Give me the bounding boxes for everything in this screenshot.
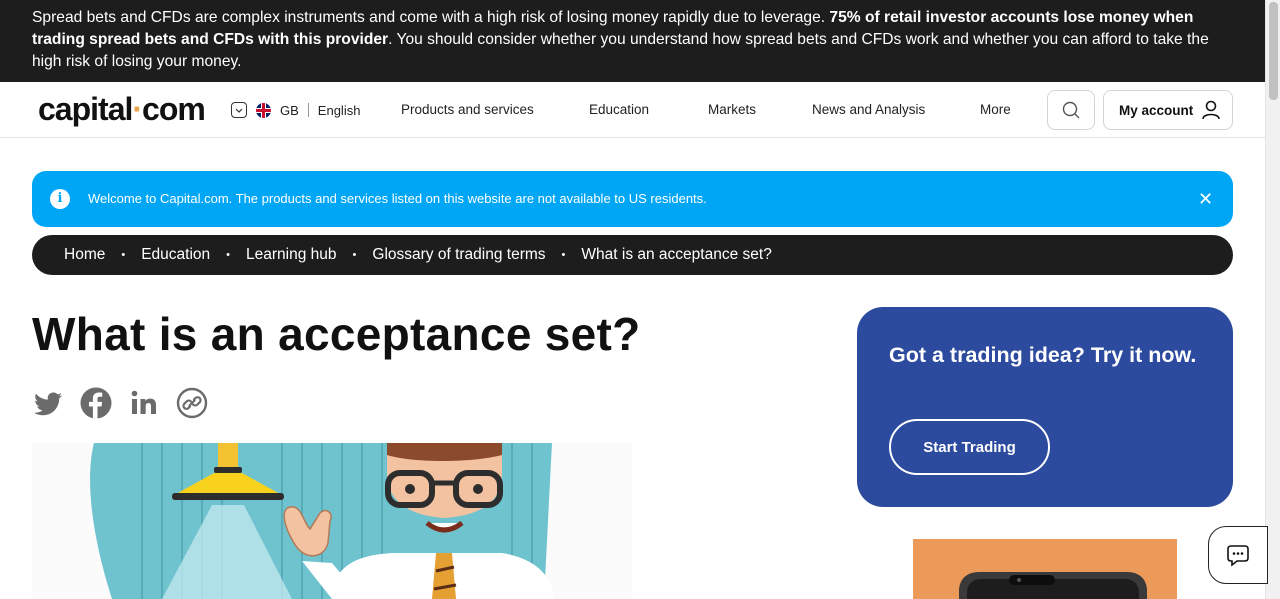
breadcrumb: Home • Education • Learning hub • Glossa… xyxy=(32,235,1233,275)
capital-com-logo[interactable]: capital·com xyxy=(38,91,206,128)
search-icon xyxy=(1062,101,1080,119)
copy-link-icon[interactable] xyxy=(176,387,208,419)
notice-text: Welcome to Capital.com. The products and… xyxy=(88,191,707,206)
promo-phone-image[interactable] xyxy=(913,539,1177,599)
article-hero-illustration xyxy=(32,443,632,599)
nav-markets[interactable]: Markets xyxy=(708,102,756,117)
breadcrumb-separator: • xyxy=(352,249,357,261)
scrollbar-thumb[interactable] xyxy=(1269,2,1278,100)
breadcrumb-education[interactable]: Education xyxy=(141,246,210,264)
nav-news-and-analysis[interactable]: News and Analysis xyxy=(812,102,925,117)
facebook-icon[interactable] xyxy=(80,387,112,419)
breadcrumb-separator: • xyxy=(226,249,231,261)
site-header: capital·com GB English Products and serv… xyxy=(0,82,1265,138)
chat-bubble-icon xyxy=(1227,545,1249,567)
search-button[interactable] xyxy=(1047,90,1095,130)
locale-country: GB xyxy=(280,102,299,118)
user-icon xyxy=(1202,100,1221,120)
breadcrumb-current-page: What is an acceptance set? xyxy=(581,246,772,263)
info-icon: i xyxy=(50,189,70,209)
trading-idea-cta-card: Got a trading idea? Try it now. Start Tr… xyxy=(857,307,1233,507)
breadcrumb-glossary[interactable]: Glossary of trading terms xyxy=(372,246,545,264)
page-scrollbar[interactable] xyxy=(1265,0,1280,599)
my-account-label: My account xyxy=(1119,102,1194,118)
us-residents-notice: i Welcome to Capital.com. The products a… xyxy=(32,171,1233,227)
breadcrumb-home[interactable]: Home xyxy=(64,246,105,264)
nav-products-and-services[interactable]: Products and services xyxy=(401,102,534,117)
chevron-down-icon xyxy=(231,102,247,118)
twitter-icon[interactable] xyxy=(32,387,64,419)
start-trading-button[interactable]: Start Trading xyxy=(889,419,1050,475)
uk-flag-icon xyxy=(256,102,271,118)
locale-language: English xyxy=(317,102,361,118)
live-chat-button[interactable] xyxy=(1208,526,1268,584)
nav-more[interactable]: More xyxy=(980,102,1011,117)
cta-title: Got a trading idea? Try it now. xyxy=(889,343,1197,367)
nav-education[interactable]: Education xyxy=(589,102,649,117)
page-title: What is an acceptance set? xyxy=(32,308,641,360)
my-account-button[interactable]: My account xyxy=(1103,90,1233,130)
locale-selector[interactable]: GB English xyxy=(231,101,360,119)
linkedin-icon[interactable] xyxy=(128,387,160,419)
risk-warning-text: Spread bets and CFDs are complex instrum… xyxy=(32,9,830,26)
risk-warning-banner: Spread bets and CFDs are complex instrum… xyxy=(0,0,1265,82)
breadcrumb-learning-hub[interactable]: Learning hub xyxy=(246,246,337,264)
locale-divider xyxy=(307,103,309,117)
breadcrumb-separator: • xyxy=(121,249,126,261)
close-icon[interactable]: ✕ xyxy=(1198,190,1213,208)
breadcrumb-separator: • xyxy=(561,249,566,261)
